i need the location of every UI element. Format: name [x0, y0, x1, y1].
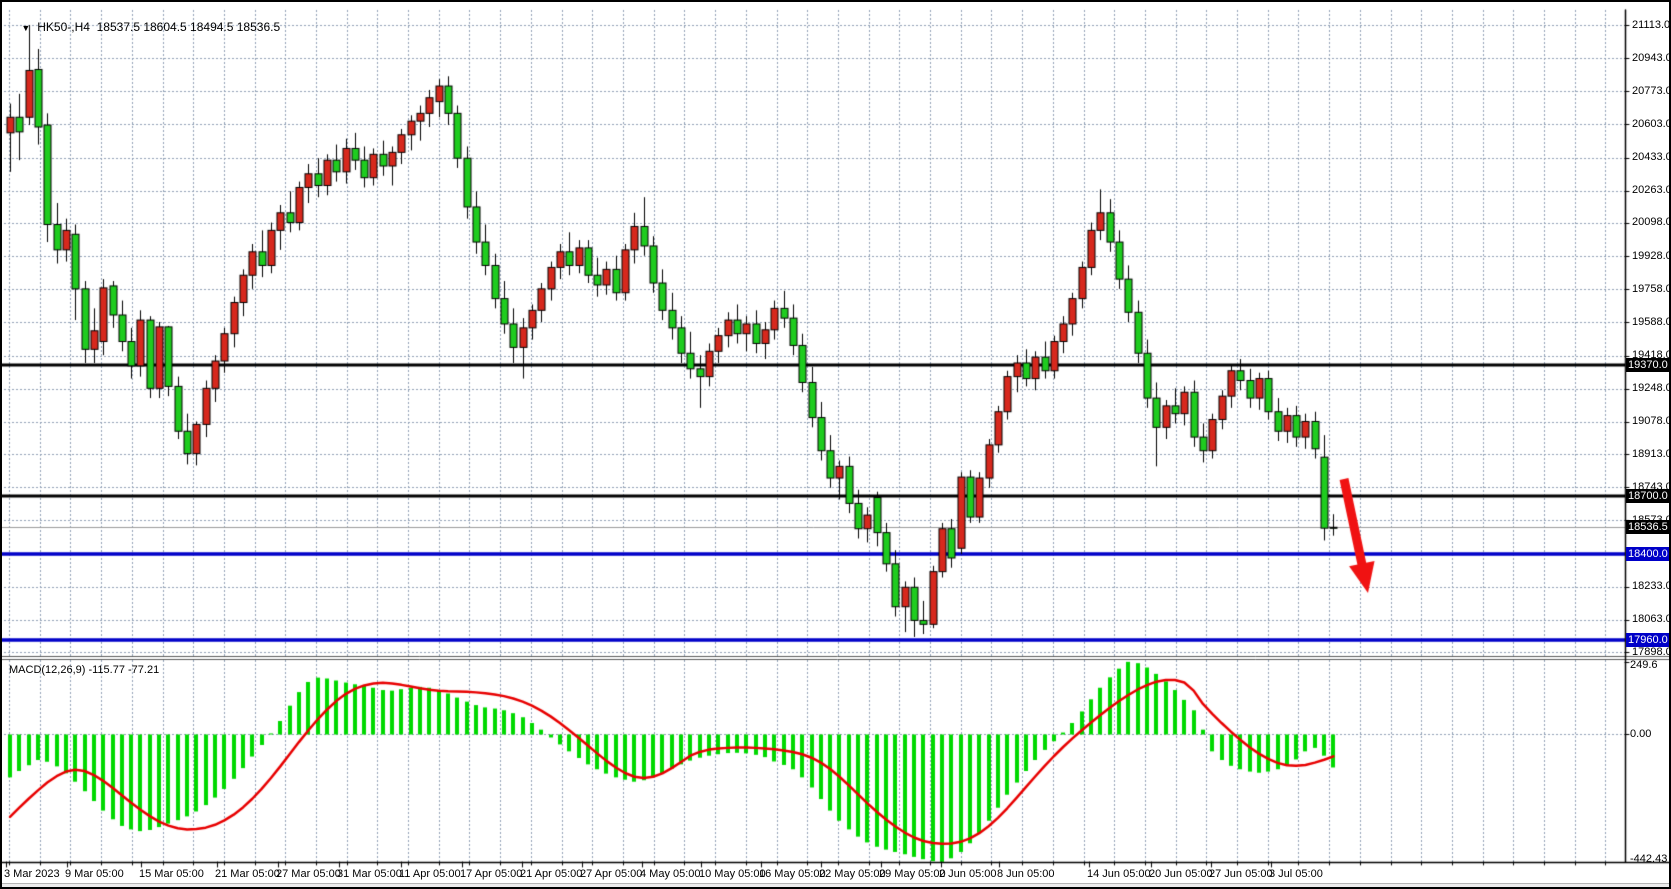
price-axis-label: 18913.0: [1632, 448, 1671, 460]
time-axis-label: 8 Jun 05:00: [997, 868, 1055, 880]
price-axis-label: 19588.0: [1632, 316, 1671, 328]
trading-chart-window: ▼ HK50-,H4 18537.5 18604.5 18494.5 18536.…: [0, 0, 1671, 889]
level-price-badge: 17960.0: [1626, 633, 1671, 647]
price-axis-label: 18233.0: [1632, 580, 1671, 592]
current-price-badge: 18536.5: [1626, 520, 1671, 534]
time-axis-label: 2 Jun 05:00: [939, 868, 997, 880]
chart-title: ▼ HK50-,H4 18537.5 18604.5 18494.5 18536.…: [8, 6, 280, 48]
window-bottom-strip: [2, 883, 1671, 889]
time-axis-label: 15 Mar 05:00: [139, 868, 204, 880]
time-axis-label: 11 Apr 05:00: [399, 868, 461, 880]
candlestick-chart-canvas[interactable]: [2, 2, 1671, 889]
price-axis-label: 17898.0: [1632, 646, 1671, 658]
time-axis-label: 27 Jun 05:00: [1209, 868, 1273, 880]
macd-indicator-label: MACD(12,26,9) -115.77 -77.21: [9, 664, 159, 676]
price-axis-label: 19248.0: [1632, 382, 1671, 394]
level-price-badge: 19370.0: [1626, 358, 1671, 372]
price-axis-label: 21113.0: [1632, 19, 1670, 31]
price-axis-label: 19928.0: [1632, 250, 1671, 262]
price-axis-label: 19758.0: [1632, 283, 1671, 295]
price-axis-label: 18063.0: [1632, 613, 1671, 625]
macd-scale-max-label: 249.6: [1630, 659, 1658, 671]
level-price-badge: 18400.0: [1626, 547, 1671, 561]
time-axis-label: 10 May 05:00: [699, 868, 766, 880]
price-axis-label: 19078.0: [1632, 415, 1671, 427]
time-axis-label: 9 Mar 05:00: [65, 868, 124, 880]
time-axis-label: 31 Mar 05:00: [337, 868, 402, 880]
time-axis-label: 22 May 05:00: [819, 868, 886, 880]
time-axis-label: 16 May 05:00: [759, 868, 826, 880]
level-price-badge: 18700.0: [1626, 489, 1671, 503]
time-axis-label: 21 Apr 05:00: [520, 868, 582, 880]
price-axis-label: 20263.0: [1632, 184, 1671, 196]
time-axis-label: 27 Mar 05:00: [276, 868, 341, 880]
macd-scale-zero-label: 0.00: [1630, 728, 1651, 740]
symbol-period-label: HK50-,H4: [37, 20, 90, 34]
time-axis-label: 3 Mar 2023: [4, 868, 60, 880]
time-axis-label: 3 Jul 05:00: [1269, 868, 1323, 880]
ohlc-readout: 18537.5 18604.5 18494.5 18536.5: [97, 20, 281, 34]
time-axis-label: 21 Mar 05:00: [215, 868, 280, 880]
price-axis-label: 20773.0: [1632, 85, 1671, 97]
symbol-dropdown-icon[interactable]: ▼: [21, 23, 30, 33]
price-axis-label: 20433.0: [1632, 151, 1671, 163]
price-axis-label: 20098.0: [1632, 216, 1671, 228]
time-axis-label: 14 Jun 05:00: [1087, 868, 1151, 880]
macd-scale-min-label: -442.43: [1630, 853, 1667, 865]
price-axis-label: 20943.0: [1632, 52, 1671, 64]
time-axis-label: 20 Jun 05:00: [1149, 868, 1213, 880]
time-axis-label: 29 May 05:00: [879, 868, 946, 880]
time-axis-label: 4 May 05:00: [640, 868, 701, 880]
price-axis-label: 20603.0: [1632, 118, 1671, 130]
time-axis-label: 17 Apr 05:00: [460, 868, 522, 880]
time-axis-label: 27 Apr 05:00: [580, 868, 642, 880]
